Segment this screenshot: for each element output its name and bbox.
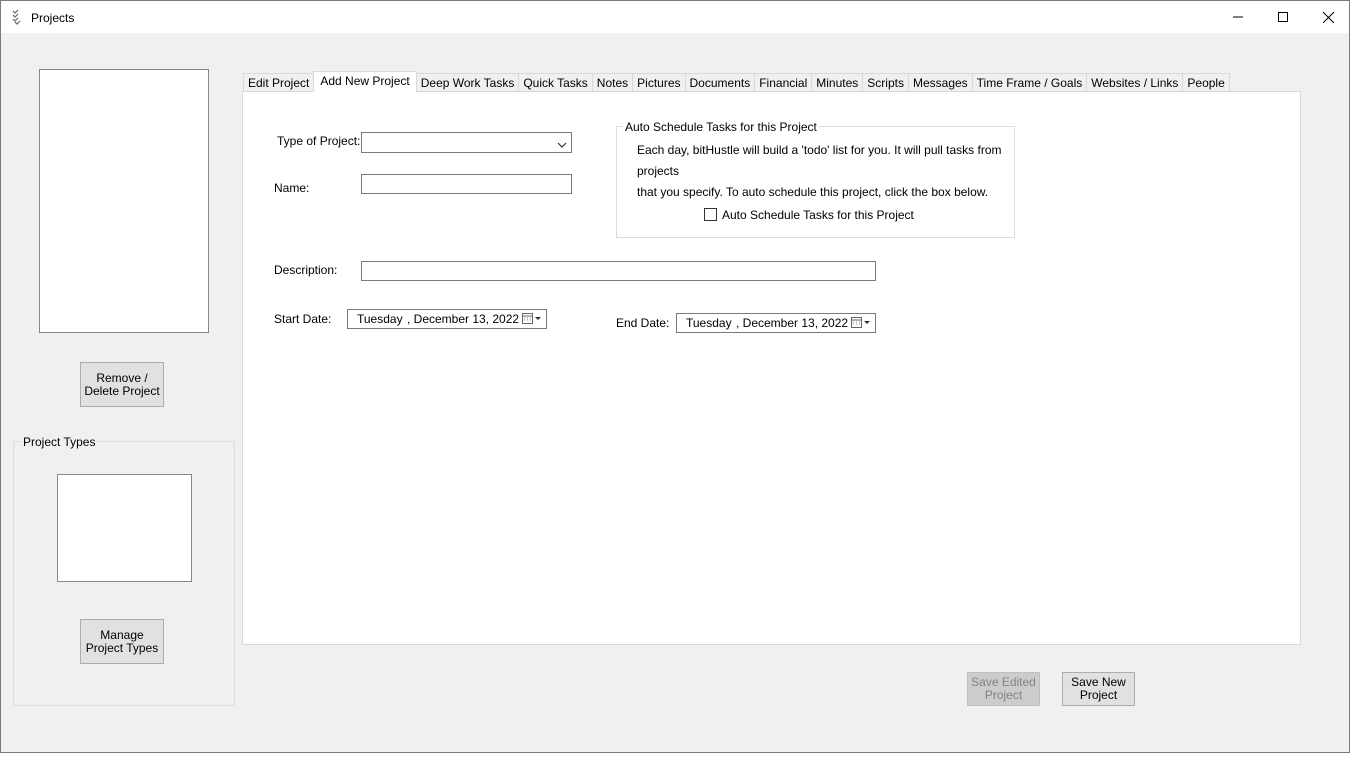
start-date-label: Start Date: [274,312,332,326]
end-date-label: End Date: [616,316,670,330]
name-input[interactable] [361,174,572,194]
projects-window: Projects Remove / Delete Project Project… [0,0,1350,753]
name-label: Name: [274,181,310,195]
end-date-picker[interactable]: Tuesday , December 13, 2022 [676,313,876,333]
start-date-day: Tuesday [357,312,403,326]
description-label: Description: [274,263,338,277]
tab-documents[interactable]: Documents [684,73,756,92]
tab-deep-work-tasks[interactable]: Deep Work Tasks [415,73,520,92]
tab-websites-links[interactable]: Websites / Links [1086,73,1184,92]
add-new-project-panel: Type of Project: Name: Auto Schedule Tas… [242,91,1301,645]
description-input[interactable] [361,261,876,281]
tab-strip: Edit Project Add New Project Deep Work T… [243,71,1230,92]
auto-schedule-description: Each day, bitHustle will build a 'todo' … [637,140,1017,203]
save-new-project-button[interactable]: Save New Project [1062,672,1135,706]
window-title: Projects [31,11,75,25]
tab-pictures[interactable]: Pictures [632,73,686,92]
tab-time-frame-goals[interactable]: Time Frame / Goals [971,73,1088,92]
manage-project-types-button[interactable]: Manage Project Types [80,619,164,664]
end-date-day: Tuesday [686,316,732,330]
start-date-picker[interactable]: Tuesday , December 13, 2022 [347,309,547,329]
auto-schedule-checkbox-label[interactable]: Auto Schedule Tasks for this Project [722,208,914,222]
tab-add-new-project[interactable]: Add New Project [313,71,417,92]
start-date-value: , December 13, 2022 [407,312,520,326]
project-types-group-label: Project Types [21,435,98,449]
calendar-dropdown-icon [851,316,871,335]
tab-messages[interactable]: Messages [907,73,973,92]
minimize-icon [1233,12,1243,22]
maximize-icon [1278,12,1288,22]
auto-schedule-checkbox[interactable] [704,208,717,221]
close-icon [1322,11,1334,23]
minimize-button[interactable] [1215,1,1261,33]
tab-financial[interactable]: Financial [754,73,813,92]
auto-schedule-line-2: that you specify. To auto schedule this … [637,185,989,199]
close-button[interactable] [1305,1,1351,33]
auto-schedule-line-1: Each day, bitHustle will build a 'todo' … [637,143,1002,178]
tab-quick-tasks[interactable]: Quick Tasks [518,73,593,92]
maximize-button[interactable] [1260,1,1306,33]
tab-scripts[interactable]: Scripts [862,73,909,92]
tab-people[interactable]: People [1182,73,1230,92]
title-bar: Projects [1,1,1349,33]
type-of-project-combo[interactable] [361,132,572,153]
remove-delete-project-button[interactable]: Remove / Delete Project [80,362,164,407]
end-date-value: , December 13, 2022 [736,316,849,330]
calendar-dropdown-icon [522,312,542,331]
auto-schedule-group: Auto Schedule Tasks for this Project Eac… [616,120,1017,238]
tab-edit-project[interactable]: Edit Project [243,73,315,92]
chevron-down-icon [557,138,567,152]
projects-list[interactable] [39,69,209,333]
save-edited-project-button[interactable]: Save Edited Project [967,672,1040,706]
project-types-list[interactable] [57,474,192,582]
checklist-app-icon [11,9,25,25]
tab-notes[interactable]: Notes [591,73,634,92]
tab-minutes[interactable]: Minutes [811,73,864,92]
type-of-project-label: Type of Project: [277,134,361,148]
auto-schedule-group-label: Auto Schedule Tasks for this Project [623,120,819,134]
